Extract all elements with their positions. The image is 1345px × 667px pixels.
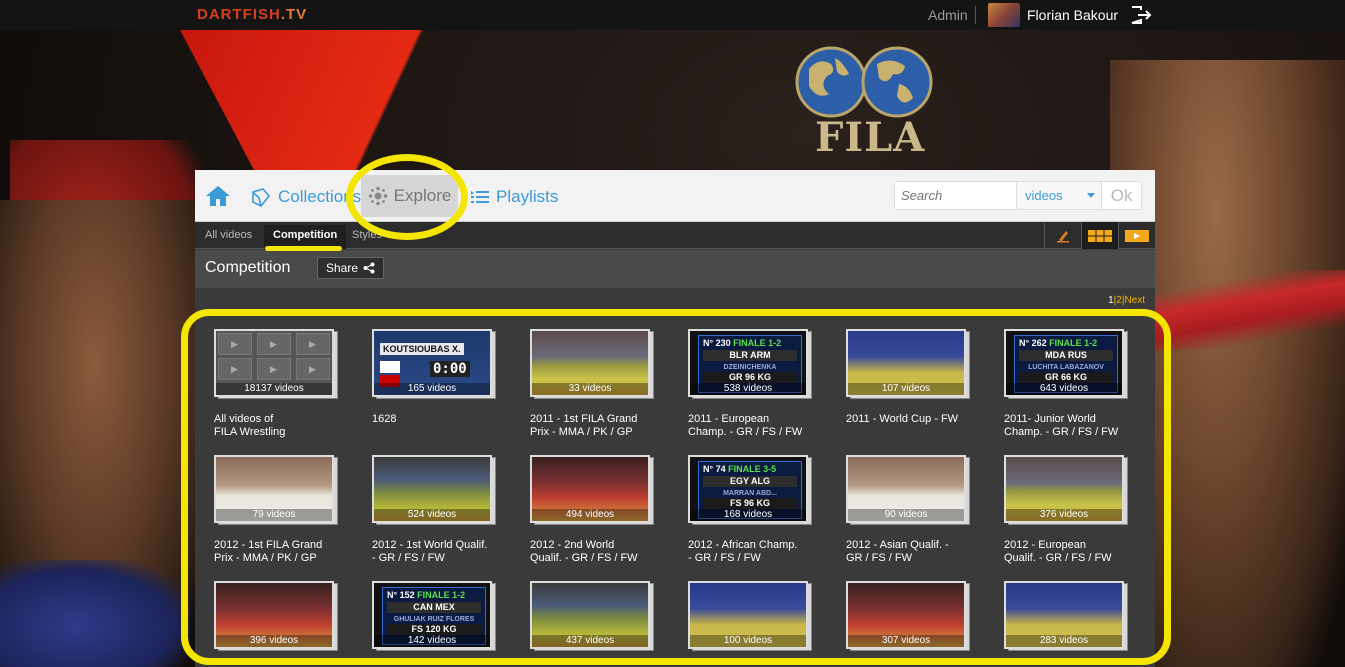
chevron-down-icon (1087, 193, 1096, 198)
divider (975, 6, 976, 24)
tab-all-videos[interactable]: All videos (205, 229, 252, 241)
highlight-box (181, 309, 1171, 665)
search-scope-value: videos (1025, 188, 1063, 203)
collections-icon (252, 188, 271, 208)
sub-nav: All videos Competition Styles (195, 222, 1155, 249)
nav-playlists-label: Playlists (496, 187, 559, 206)
search-input[interactable] (895, 182, 1016, 209)
playlists-icon (471, 191, 489, 203)
avatar[interactable] (988, 3, 1020, 27)
background-red-shape (180, 30, 513, 170)
admin-link[interactable]: Admin (928, 7, 968, 23)
search-scope-select[interactable]: videos (1016, 182, 1102, 209)
top-bar: DARTFISH.TV Admin Florian Bakour (0, 0, 1345, 30)
home-icon[interactable] (205, 185, 231, 207)
pencil-icon (1057, 230, 1069, 242)
logout-icon[interactable] (1130, 5, 1152, 25)
edit-view-button[interactable] (1044, 222, 1081, 249)
fila-logo-text: FILA (815, 114, 926, 161)
share-label: Share (325, 261, 359, 275)
search-bar: videos Ok (894, 181, 1142, 210)
next-page-link[interactable]: Next (1124, 295, 1145, 306)
dartfish-logo[interactable]: DARTFISH.TV (197, 6, 307, 23)
grid-icon (1088, 229, 1112, 242)
collection-title-bar: Competition Share (195, 250, 1155, 288)
player-view-button[interactable] (1118, 222, 1155, 249)
view-mode-buttons (1044, 222, 1155, 249)
background-red-band (1155, 270, 1345, 350)
username-link[interactable]: Florian Bakour (1027, 7, 1118, 23)
highlight-circle (346, 154, 468, 240)
share-button[interactable]: Share (317, 257, 384, 279)
nav-collections[interactable]: Collections (250, 184, 361, 210)
main-nav: Collections Explore Playlists Search vid… (195, 170, 1155, 222)
nav-playlists[interactable]: Playlists (470, 184, 558, 210)
grid-view-button[interactable] (1081, 222, 1118, 249)
background-wrestler-blue (0, 560, 190, 667)
play-view-icon (1125, 229, 1149, 242)
page-title: Competition (205, 259, 291, 276)
search-ok-button[interactable]: Ok (1101, 182, 1141, 209)
share-icon (363, 262, 375, 274)
pagination: 1|2|Next (1108, 295, 1145, 306)
highlight-underline (265, 246, 342, 251)
